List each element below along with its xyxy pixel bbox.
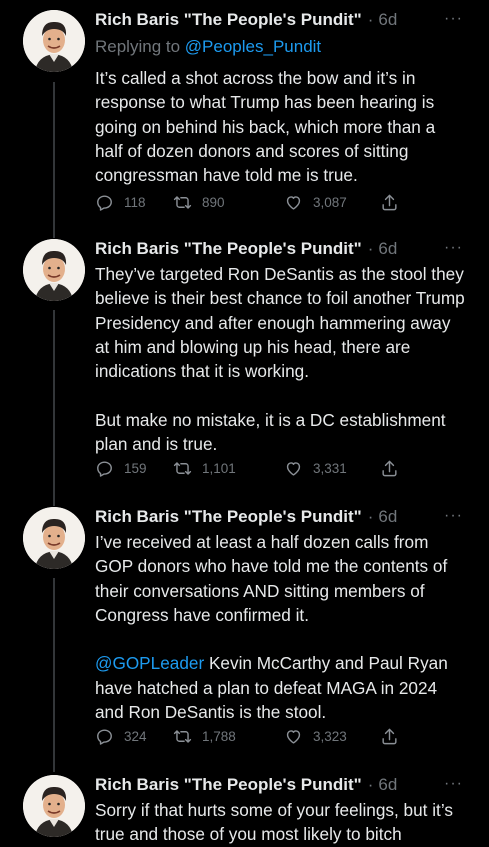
mention-link[interactable]: @GOPLeader [95,653,204,673]
retweet-icon [173,196,192,209]
more-icon[interactable]: ··· [444,507,463,525]
timestamp[interactable]: 6d [378,775,397,795]
like-count: 3,087 [313,195,347,210]
replying-to: Replying to @Peoples_Pundit [95,37,321,57]
like-count: 3,323 [313,729,347,744]
separator-dot: · [367,10,374,29]
tweet-text-part: I’ve received at least a half dozen call… [95,532,448,625]
retweet-icon [173,462,192,475]
tweet-actions: 159 1,101 3,331 [95,459,405,479]
retweet-count: 1,101 [202,461,236,476]
separator-dot: · [367,507,374,526]
reply-icon [97,195,112,211]
retweet-count: 890 [202,195,225,210]
replying-to-label: Replying to [95,37,181,56]
tweet-text: They’ve targeted Ron DeSantis as the sto… [95,264,465,455]
like-button[interactable]: 3,087 [284,193,347,212]
share-icon [382,460,397,477]
like-icon [286,462,301,476]
avatar[interactable] [23,775,85,837]
author-name[interactable]: Rich Baris "The People's Pundit" [95,10,362,30]
reply-count: 118 [124,195,146,210]
reply-button[interactable]: 324 [95,727,147,746]
like-icon [286,196,301,210]
author-row: Rich Baris "The People's Pundit" · 6d [95,239,397,261]
reply-button[interactable]: 159 [95,459,147,478]
separator-dot: · [367,775,374,794]
author-row: Rich Baris "The People's Pundit" · 6d [95,507,397,529]
thread-line [53,82,55,238]
more-icon[interactable]: ··· [444,10,463,28]
replying-to-handle[interactable]: @Peoples_Pundit [185,37,321,56]
timestamp[interactable]: 6d [378,507,397,527]
share-icon [382,728,397,745]
reply-count: 159 [124,461,147,476]
retweet-icon [173,730,192,743]
tweet-text: Sorry if that hurts some of your feeling… [95,800,458,845]
retweet-button[interactable]: 1,101 [173,459,236,478]
more-icon[interactable]: ··· [444,775,463,793]
avatar[interactable] [23,10,85,72]
author-name[interactable]: Rich Baris "The People's Pundit" [95,775,362,795]
more-icon[interactable]: ··· [444,239,463,257]
timestamp[interactable]: 6d [378,239,397,259]
tweet-actions: 324 1,788 3,323 [95,727,405,747]
author-name[interactable]: Rich Baris "The People's Pundit" [95,239,362,259]
retweet-button[interactable]: 1,788 [173,727,236,746]
like-button[interactable]: 3,331 [284,459,347,478]
retweet-count: 1,788 [202,729,236,744]
share-button[interactable] [380,727,399,746]
retweet-button[interactable]: 890 [173,193,225,212]
timestamp[interactable]: 6d [378,10,397,30]
tweet-text: I’ve received at least a half dozen call… [95,530,467,724]
reply-icon [97,729,112,745]
author-name[interactable]: Rich Baris "The People's Pundit" [95,507,362,527]
author-row: Rich Baris "The People's Pundit" · 6d [95,775,397,797]
like-count: 3,331 [313,461,347,476]
avatar[interactable] [23,239,85,301]
share-icon [382,194,397,211]
reply-count: 324 [124,729,147,744]
separator-dot: · [367,239,374,258]
tweet-actions: 118 890 3,087 [95,193,405,213]
share-button[interactable] [380,459,399,478]
like-button[interactable]: 3,323 [284,727,347,746]
like-icon [286,730,301,744]
thread-line [53,310,55,506]
tweet-text: It’s called a shot across the bow and it… [95,68,440,186]
reply-button[interactable]: 118 [95,193,146,212]
reply-icon [97,461,112,477]
author-row: Rich Baris "The People's Pundit" · 6d [95,10,397,32]
avatar[interactable] [23,507,85,569]
thread-line [53,578,55,772]
share-button[interactable] [380,193,399,212]
